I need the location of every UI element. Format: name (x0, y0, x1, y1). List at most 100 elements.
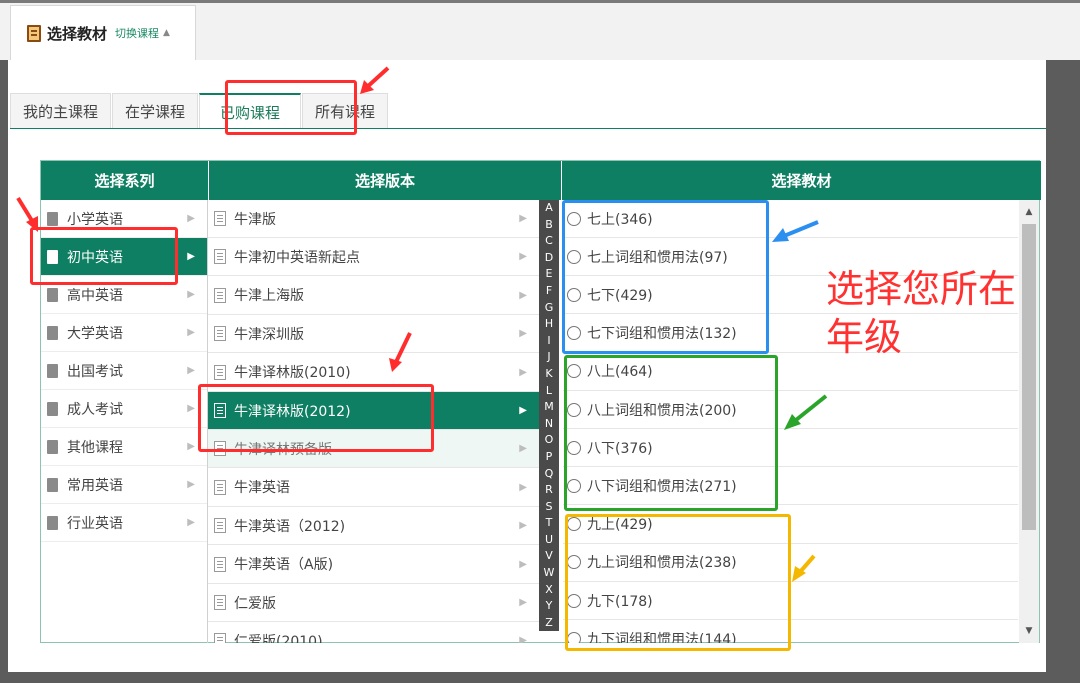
chevron-right-icon: ▶ (519, 635, 527, 643)
alphabet-letter[interactable]: X (539, 582, 559, 599)
book-icon (47, 439, 58, 454)
scroll-up-icon[interactable]: ▲ (1019, 202, 1039, 222)
textbook-item[interactable]: 八上词组和惯用法(200) (563, 391, 1018, 429)
radio-button[interactable] (567, 287, 581, 302)
textbook-item-label: 八上词组和惯用法(200) (587, 402, 737, 419)
radio-button[interactable] (567, 326, 581, 341)
alphabet-letter[interactable]: D (539, 250, 559, 267)
series-item-label: 行业英语 (67, 515, 123, 532)
alphabet-letter[interactable]: C (539, 233, 559, 250)
alphabet-letter[interactable]: R (539, 482, 559, 499)
version-item[interactable]: 牛津译林预备版 ▶ (208, 430, 539, 469)
alphabet-letter[interactable]: N (539, 416, 559, 433)
textbook-item[interactable]: 九下词组和惯用法(144) (563, 620, 1018, 643)
version-item-label: 仁爱版(2010) (234, 633, 323, 643)
version-item[interactable]: 牛津英语（A版) ▶ (208, 546, 539, 584)
series-item[interactable]: 出国考试 ▶ (41, 352, 207, 390)
version-item[interactable]: 牛津英语（2012) ▶ (208, 507, 539, 546)
radio-button[interactable] (567, 478, 581, 493)
version-item[interactable]: 牛津译林版(2012) ▶ (208, 392, 539, 430)
textbook-item[interactable]: 九上(429) (563, 506, 1018, 544)
version-item[interactable]: 仁爱版(2010) ▶ (208, 622, 539, 643)
textbook-item[interactable]: 七上(346) (563, 200, 1018, 238)
series-item[interactable]: 成人考试 ▶ (41, 390, 207, 428)
radio-button[interactable] (567, 364, 581, 379)
books-column-header: 选择教材 (562, 161, 1041, 200)
alphabet-letter[interactable]: Q (539, 466, 559, 483)
alphabet-letter[interactable]: M (539, 399, 559, 416)
version-item[interactable]: 牛津初中英语新起点 ▶ (208, 238, 539, 277)
version-item-label: 牛津上海版 (234, 288, 304, 305)
series-item-label: 出国考试 (67, 363, 123, 380)
chevron-right-icon: ▶ (519, 597, 527, 608)
radio-button[interactable] (567, 631, 581, 643)
textbook-item[interactable]: 九下(178) (563, 582, 1018, 620)
version-item-label: 仁爱版 (234, 595, 276, 612)
alphabet-letter[interactable]: L (539, 383, 559, 400)
tab-my-main-course[interactable]: 我的主课程 (10, 93, 112, 128)
series-item-label: 初中英语 (67, 249, 123, 266)
alphabet-letter[interactable]: F (539, 283, 559, 300)
alphabet-letter[interactable]: Z (539, 615, 559, 631)
alphabet-letter[interactable]: Y (539, 598, 559, 615)
alphabet-letter[interactable]: E (539, 266, 559, 283)
switch-course-link[interactable]: 切换课程 (115, 25, 159, 41)
series-item[interactable]: 小学英语 ▶ (41, 200, 207, 238)
alphabet-letter[interactable]: U (539, 532, 559, 549)
version-item[interactable]: 牛津译林版(2010) ▶ (208, 354, 539, 392)
alphabet-letter[interactable]: O (539, 432, 559, 449)
radio-button[interactable] (567, 517, 581, 532)
caret-up-icon[interactable]: ▲ (163, 28, 170, 38)
alphabet-letter[interactable]: K (539, 366, 559, 383)
select-textbook-tab[interactable]: 选择教材 切换课程 ▲ (10, 5, 196, 60)
alphabet-letter[interactable]: T (539, 515, 559, 532)
alphabet-letter[interactable]: V (539, 548, 559, 565)
alphabet-letter[interactable]: B (539, 217, 559, 234)
textbook-item[interactable]: 八下(376) (563, 429, 1018, 468)
radio-button[interactable] (567, 440, 581, 455)
radio-button[interactable] (567, 402, 581, 417)
chevron-right-icon: ▶ (187, 365, 195, 376)
series-item[interactable]: 常用英语 ▶ (41, 466, 207, 504)
version-item[interactable]: 仁爱版 ▶ (208, 584, 539, 622)
series-item[interactable]: 高中英语 ▶ (41, 276, 207, 314)
textbook-item-label: 九上(429) (587, 517, 653, 534)
version-item-label: 牛津译林预备版 (234, 441, 332, 458)
series-item[interactable]: 初中英语 ▶ (41, 238, 207, 276)
series-item[interactable]: 大学英语 ▶ (41, 314, 207, 352)
alphabet-letter[interactable]: J (539, 349, 559, 366)
series-column-header: 选择系列 (41, 161, 208, 200)
textbook-item[interactable]: 八下词组和惯用法(271) (563, 467, 1018, 506)
radio-button[interactable] (567, 593, 581, 608)
top-strip (0, 0, 1080, 3)
series-item[interactable]: 行业英语 ▶ (41, 504, 207, 542)
alphabet-letter[interactable]: H (539, 316, 559, 333)
version-item[interactable]: 牛津英语 ▶ (208, 469, 539, 507)
radio-button[interactable] (567, 249, 581, 264)
scroll-down-icon[interactable]: ▼ (1019, 621, 1039, 641)
tab-label: 我的主课程 (23, 102, 99, 121)
chevron-right-icon: ▶ (187, 327, 195, 338)
textbook-item[interactable]: 九上词组和惯用法(238) (563, 544, 1018, 582)
version-item[interactable]: 牛津深圳版 ▶ (208, 315, 539, 354)
chevron-right-icon: ▶ (519, 405, 527, 416)
tab-learning-courses[interactable]: 在学课程 (112, 93, 199, 128)
alphabet-letter[interactable]: W (539, 565, 559, 582)
radio-button[interactable] (567, 211, 581, 226)
tab-purchased-courses[interactable]: 已购课程 (199, 93, 302, 129)
version-item[interactable]: 牛津版 ▶ (208, 200, 539, 238)
tab-all-courses[interactable]: 所有课程 (302, 93, 389, 128)
textbook-item-label: 七下(429) (587, 287, 653, 304)
alphabet-letter[interactable]: I (539, 333, 559, 350)
alphabet-letter[interactable]: A (539, 200, 559, 217)
document-icon (214, 249, 226, 265)
radio-button[interactable] (567, 555, 581, 570)
alphabet-letter[interactable]: P (539, 449, 559, 466)
textbook-item-label: 九上词组和惯用法(238) (587, 555, 737, 572)
alphabet-letter[interactable]: S (539, 499, 559, 516)
version-item[interactable]: 牛津上海版 ▶ (208, 277, 539, 315)
alphabet-letter[interactable]: G (539, 300, 559, 317)
document-icon (214, 364, 226, 380)
book-icon (47, 287, 58, 302)
series-item[interactable]: 其他课程 ▶ (41, 428, 207, 466)
